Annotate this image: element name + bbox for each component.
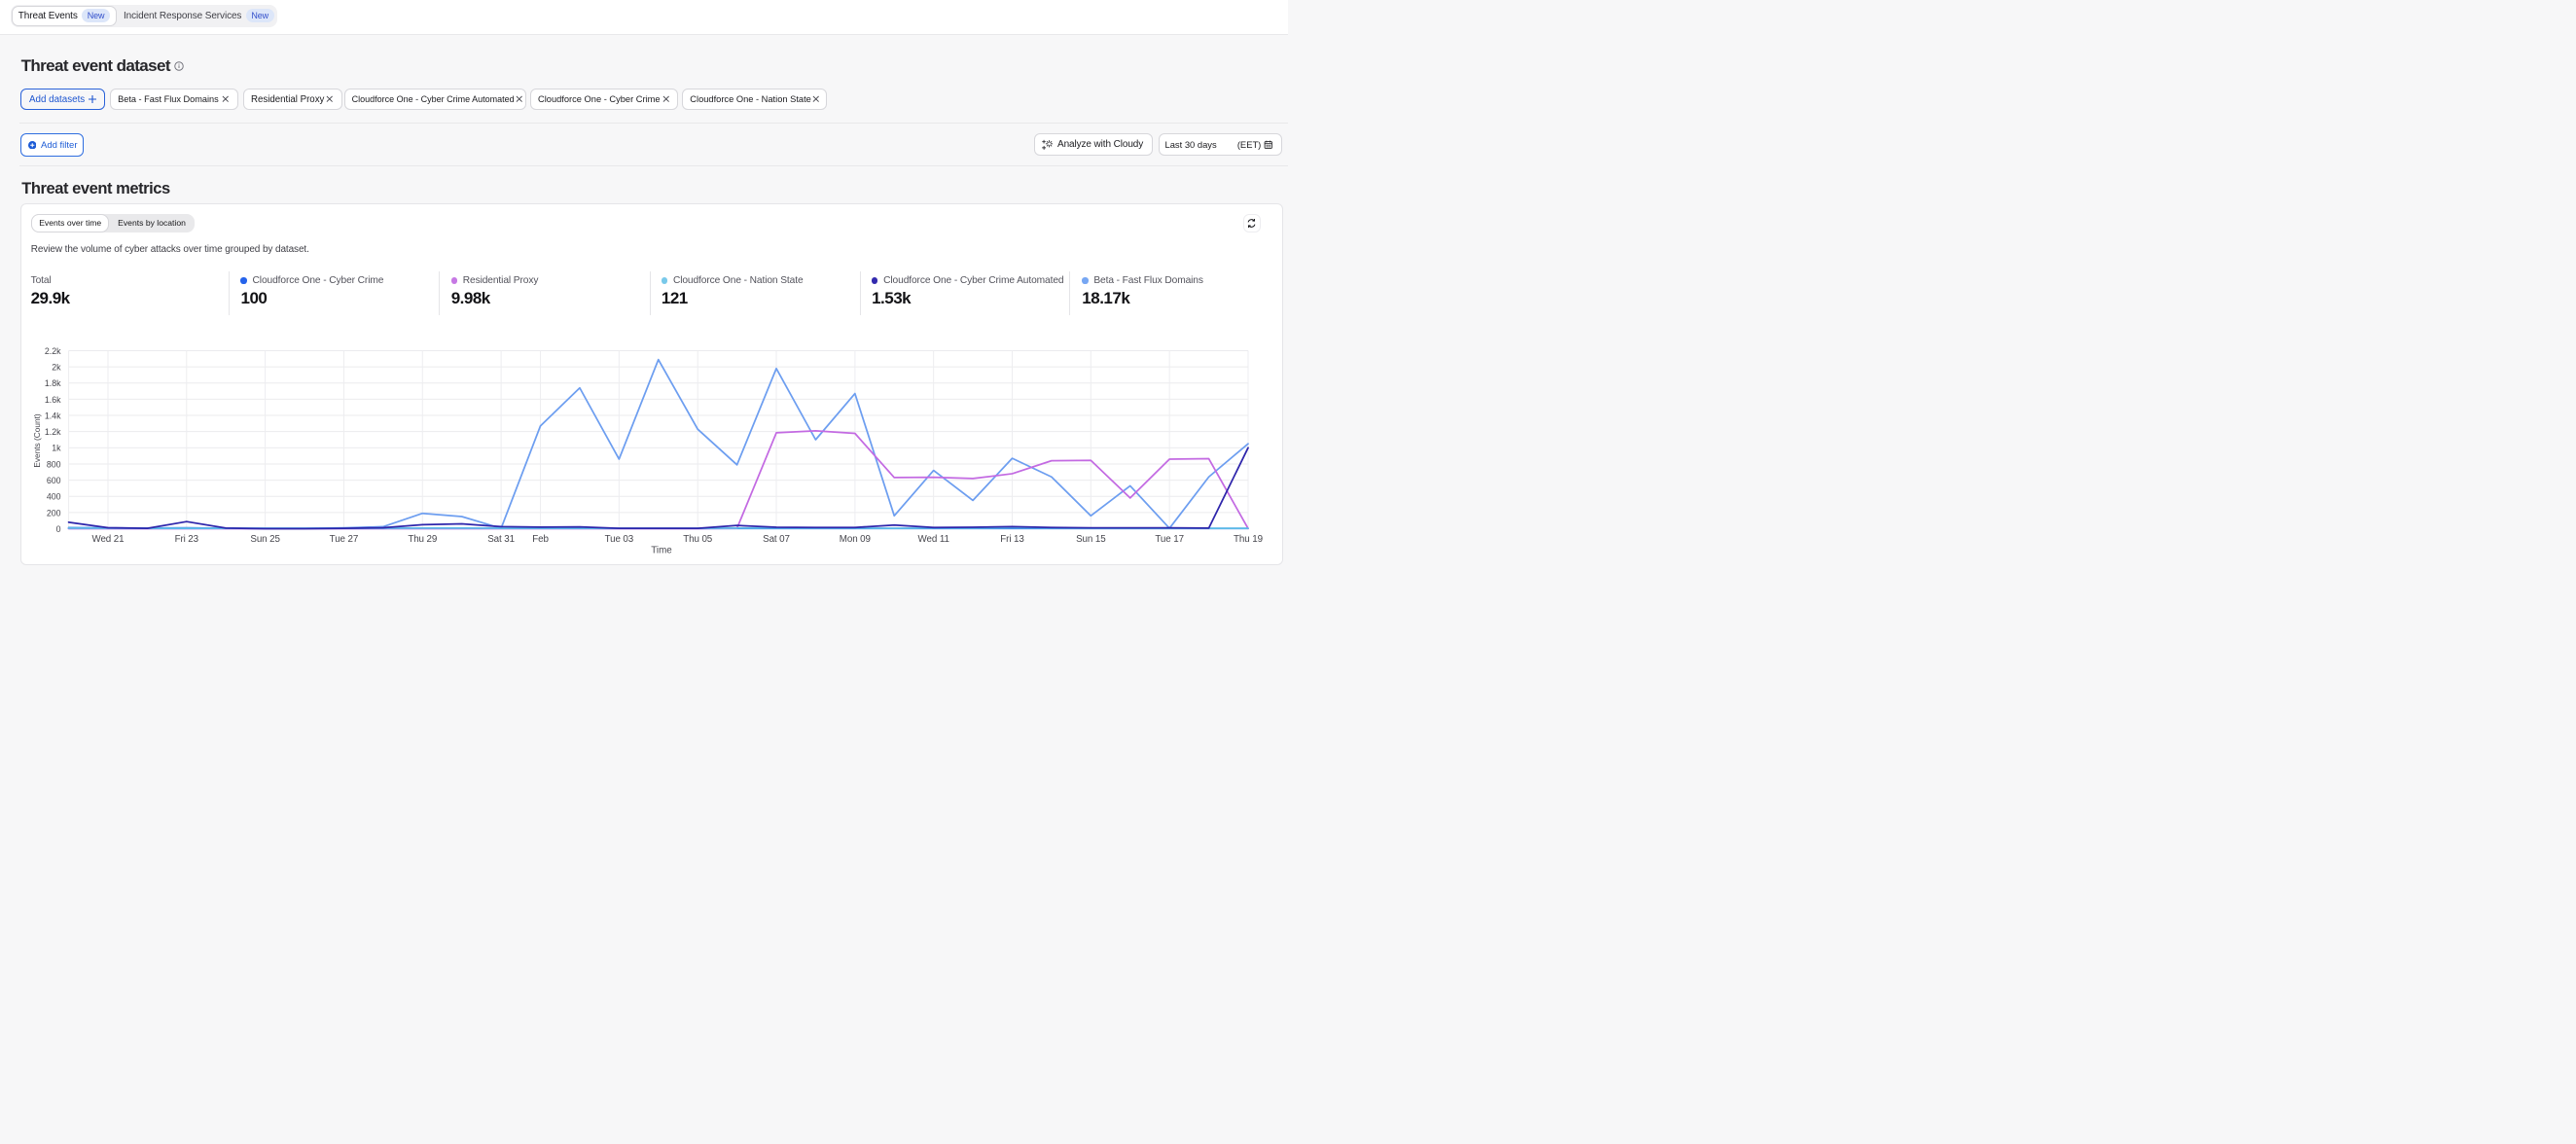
svg-text:800: 800 [47,459,61,469]
svg-text:200: 200 [47,508,61,518]
svg-text:1.4k: 1.4k [45,411,61,420]
svg-text:Sat 31: Sat 31 [487,534,515,545]
svg-text:1.8k: 1.8k [45,378,61,388]
svg-text:1.2k: 1.2k [45,427,61,437]
svg-text:Tue 27: Tue 27 [330,534,359,545]
svg-text:Wed 11: Wed 11 [918,534,949,545]
svg-text:Thu 19: Thu 19 [1234,534,1263,545]
svg-text:Thu 29: Thu 29 [408,534,437,545]
svg-text:400: 400 [47,492,61,502]
svg-text:Wed 21: Wed 21 [91,534,124,545]
svg-text:600: 600 [47,476,61,485]
svg-text:Tue 03: Tue 03 [605,534,634,545]
svg-text:2.2k: 2.2k [45,346,61,356]
svg-text:Tue 17: Tue 17 [1155,534,1184,545]
svg-text:Sat 07: Sat 07 [763,534,790,545]
svg-text:Time: Time [651,546,672,556]
svg-text:1.6k: 1.6k [45,395,61,405]
svg-text:Sun 15: Sun 15 [1076,534,1106,545]
svg-text:Events (Count): Events (Count) [32,413,42,468]
svg-text:Thu 05: Thu 05 [683,534,713,545]
svg-text:Feb: Feb [532,534,549,545]
svg-text:0: 0 [56,524,61,534]
svg-text:Sun 25: Sun 25 [250,534,280,545]
svg-text:Fri 13: Fri 13 [1000,534,1024,545]
svg-text:2k: 2k [52,363,61,373]
svg-text:Fri 23: Fri 23 [175,534,199,545]
svg-text:1k: 1k [52,444,61,453]
svg-text:Mon 09: Mon 09 [840,534,871,545]
